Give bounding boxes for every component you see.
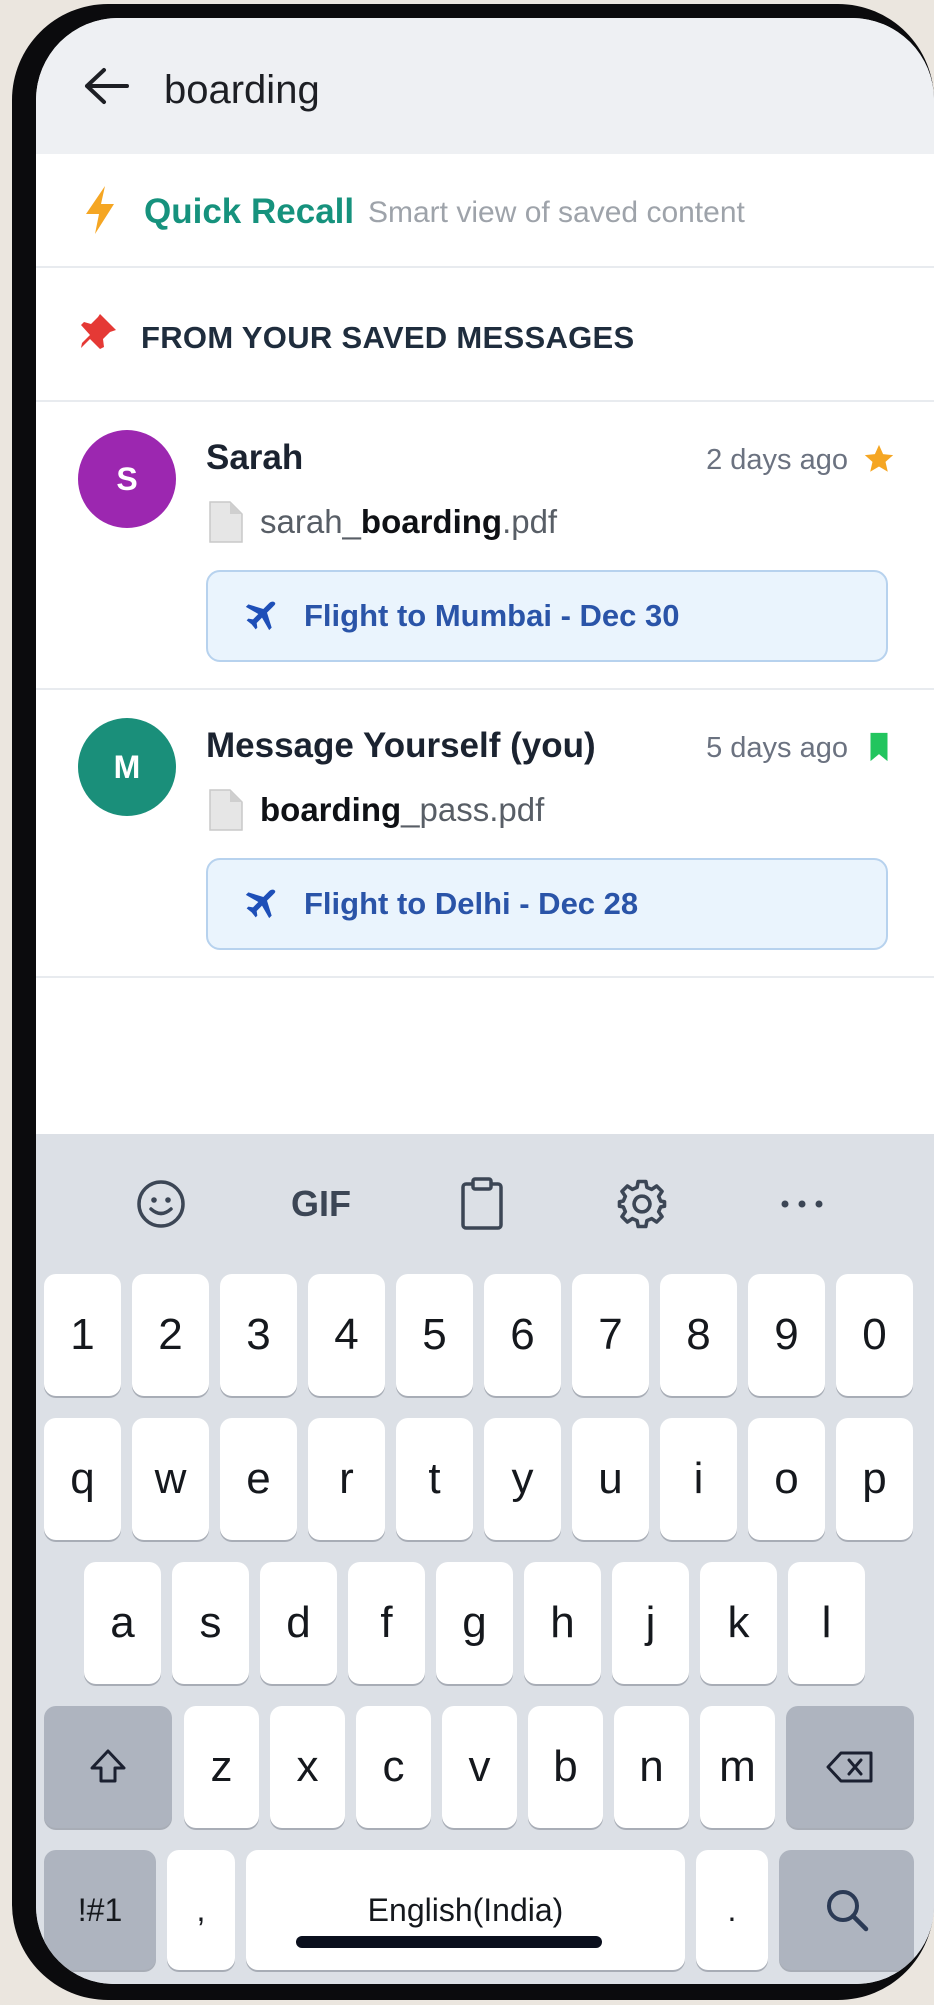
quick-recall-title: Quick Recall xyxy=(144,192,355,231)
flight-label: Flight to Mumbai - Dec 30 xyxy=(304,598,680,633)
emoji-button[interactable] xyxy=(131,1174,191,1234)
airplane-icon xyxy=(245,601,276,631)
timestamp: 5 days ago xyxy=(706,732,848,764)
section-title: FROM YOUR SAVED MESSAGES xyxy=(141,320,635,355)
period-key[interactable]: . xyxy=(696,1850,768,1970)
quick-recall-banner: Quick Recall Smart view of saved content xyxy=(36,154,934,266)
key-s[interactable]: s xyxy=(172,1562,249,1684)
key-j[interactable]: j xyxy=(612,1562,689,1684)
key-6[interactable]: 6 xyxy=(484,1274,561,1396)
quick-recall-subtitle: Smart view of saved content xyxy=(368,196,745,229)
saved-messages-header: FROM YOUR SAVED MESSAGES xyxy=(36,268,934,398)
shift-key[interactable] xyxy=(44,1706,172,1828)
key-f[interactable]: f xyxy=(348,1562,425,1684)
key-v[interactable]: v xyxy=(442,1706,517,1828)
list-item[interactable]: S Sarah 2 days ago sarah_boarding.pdf Fl… xyxy=(36,402,934,688)
file-name: sarah_boarding.pdf xyxy=(260,503,558,540)
key-g[interactable]: g xyxy=(436,1562,513,1684)
more-button[interactable] xyxy=(772,1174,832,1234)
settings-button[interactable] xyxy=(612,1174,672,1234)
key-a[interactable]: a xyxy=(84,1562,161,1684)
key-l[interactable]: l xyxy=(788,1562,865,1684)
gif-button[interactable]: GIF xyxy=(291,1174,351,1234)
file-attachment[interactable]: sarah_boarding.pdf xyxy=(208,500,557,544)
key-w[interactable]: w xyxy=(132,1418,209,1540)
comma-key[interactable]: , xyxy=(167,1850,235,1970)
key-x[interactable]: x xyxy=(270,1706,345,1828)
key-c[interactable]: c xyxy=(356,1706,431,1828)
smiley-icon xyxy=(137,1180,185,1228)
avatar: M xyxy=(78,718,176,816)
home-indicator[interactable] xyxy=(296,1936,602,1948)
file-name: boarding_pass.pdf xyxy=(260,791,545,828)
timestamp: 2 days ago xyxy=(706,444,848,476)
search-icon xyxy=(826,1890,868,1932)
key-m[interactable]: m xyxy=(700,1706,775,1828)
key-i[interactable]: i xyxy=(660,1418,737,1540)
key-k[interactable]: k xyxy=(700,1562,777,1684)
back-button[interactable] xyxy=(76,56,136,116)
flight-card[interactable]: Flight to Mumbai - Dec 30 xyxy=(206,570,888,662)
search-bar: boarding xyxy=(36,18,934,154)
key-o[interactable]: o xyxy=(748,1418,825,1540)
key-7[interactable]: 7 xyxy=(572,1274,649,1396)
symbols-key[interactable]: !#1 xyxy=(44,1850,156,1970)
back-arrow-icon xyxy=(85,68,129,104)
flight-label: Flight to Delhi - Dec 28 xyxy=(304,886,639,921)
backspace-key[interactable] xyxy=(786,1706,914,1828)
sender-name: Sarah xyxy=(206,438,304,477)
key-n[interactable]: n xyxy=(614,1706,689,1828)
search-input[interactable]: boarding xyxy=(164,68,320,113)
avatar: S xyxy=(78,430,176,528)
list-item[interactable]: M Message Yourself (you) 5 days ago boar… xyxy=(36,690,934,976)
phone-frame: boarding Quick Recall Smart view of save… xyxy=(12,4,934,2000)
key-8[interactable]: 8 xyxy=(660,1274,737,1396)
key-t[interactable]: t xyxy=(396,1418,473,1540)
key-3[interactable]: 3 xyxy=(220,1274,297,1396)
key-d[interactable]: d xyxy=(260,1562,337,1684)
airplane-icon xyxy=(245,889,276,919)
keyboard: GIF 1 2 3 4 5 6 7 8 9 0 q w e r t y u i … xyxy=(36,1134,934,1984)
key-q[interactable]: q xyxy=(44,1418,121,1540)
key-r[interactable]: r xyxy=(308,1418,385,1540)
bookmark-icon xyxy=(870,732,888,762)
lightning-icon xyxy=(86,186,114,234)
key-h[interactable]: h xyxy=(524,1562,601,1684)
document-icon xyxy=(209,501,243,543)
document-icon xyxy=(209,789,243,831)
key-1[interactable]: 1 xyxy=(44,1274,121,1396)
key-z[interactable]: z xyxy=(184,1706,259,1828)
key-2[interactable]: 2 xyxy=(132,1274,209,1396)
space-key[interactable]: English(India) xyxy=(246,1850,685,1970)
key-0[interactable]: 0 xyxy=(836,1274,913,1396)
backspace-icon xyxy=(826,1751,873,1783)
key-5[interactable]: 5 xyxy=(396,1274,473,1396)
file-attachment[interactable]: boarding_pass.pdf xyxy=(208,788,544,832)
key-p[interactable]: p xyxy=(836,1418,913,1540)
pushpin-icon xyxy=(81,314,116,349)
search-key[interactable] xyxy=(779,1850,914,1970)
key-b[interactable]: b xyxy=(528,1706,603,1828)
divider xyxy=(36,976,934,978)
flight-card[interactable]: Flight to Delhi - Dec 28 xyxy=(206,858,888,950)
sender-name: Message Yourself (you) xyxy=(206,726,596,765)
key-4[interactable]: 4 xyxy=(308,1274,385,1396)
more-dots-icon xyxy=(781,1200,823,1208)
screen: boarding Quick Recall Smart view of save… xyxy=(36,18,934,1984)
key-9[interactable]: 9 xyxy=(748,1274,825,1396)
clipboard-icon xyxy=(461,1177,503,1230)
gear-icon xyxy=(617,1179,667,1229)
star-icon xyxy=(864,444,894,472)
key-u[interactable]: u xyxy=(572,1418,649,1540)
shift-arrow-icon xyxy=(90,1749,126,1783)
key-e[interactable]: e xyxy=(220,1418,297,1540)
clipboard-button[interactable] xyxy=(452,1174,512,1234)
key-y[interactable]: y xyxy=(484,1418,561,1540)
